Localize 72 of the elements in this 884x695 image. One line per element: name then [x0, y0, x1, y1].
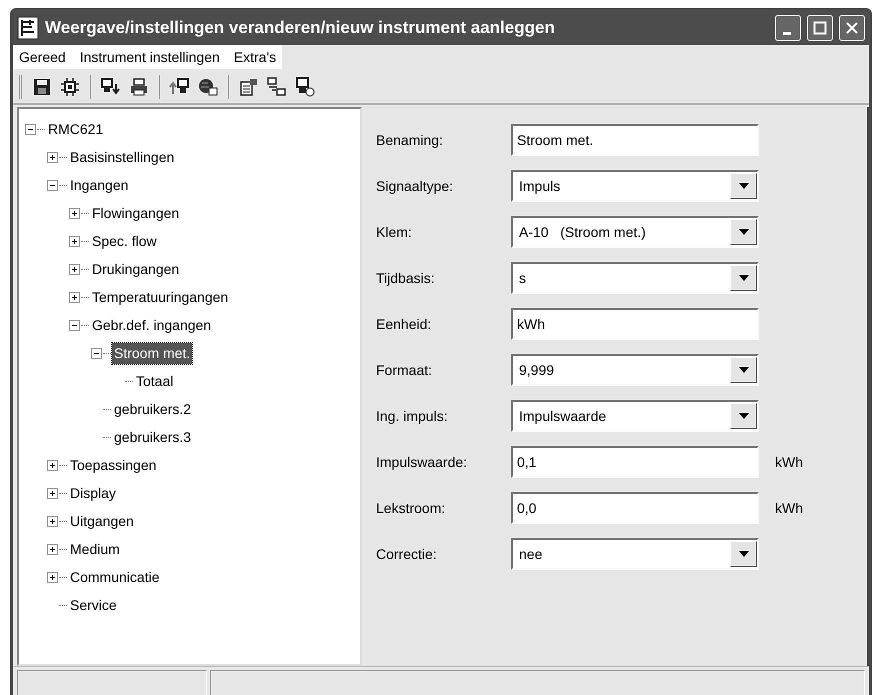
tree-item[interactable]: Drukingangen	[90, 258, 182, 280]
field-label: Benaming:	[376, 130, 444, 150]
dropdown[interactable]: s	[511, 262, 759, 294]
tree-item[interactable]: Display	[68, 482, 118, 504]
save-icon[interactable]	[31, 76, 53, 98]
expand-icon[interactable]	[69, 208, 80, 218]
close-icon	[845, 21, 859, 35]
menu-item[interactable]: Extra's	[234, 46, 276, 68]
dropdown[interactable]: 9,999	[511, 354, 759, 386]
tree-item[interactable]: Totaal	[134, 370, 176, 392]
close-button[interactable]	[839, 15, 865, 41]
minimize-button[interactable]	[775, 15, 801, 41]
field-label: Impulswaarde:	[376, 452, 468, 472]
text-field[interactable]: kWh	[511, 308, 759, 340]
expand-icon[interactable]	[47, 488, 58, 498]
menu-item[interactable]: Instrument instellingen	[80, 46, 220, 68]
dropdown[interactable]: A-10 (Stroom met.)	[511, 216, 759, 248]
tree-item[interactable]: Spec. flow	[90, 230, 159, 252]
field-label: Formaat:	[376, 360, 434, 380]
field-label: Klem:	[376, 222, 413, 242]
window-title: Weergave/instellingen veranderen/nieuw instrument aanleggen	[45, 17, 556, 40]
tree-item[interactable]: Temperatuuringangen	[90, 286, 230, 308]
printer-icon[interactable]	[128, 76, 150, 98]
expand-icon[interactable]	[69, 292, 80, 302]
collapse-icon[interactable]	[69, 320, 80, 330]
globe-icon[interactable]	[197, 76, 219, 98]
dropdown[interactable]: nee	[511, 538, 759, 570]
text-field[interactable]: 0,1	[511, 446, 759, 478]
tree-item[interactable]: Uitgangen	[68, 510, 136, 532]
tree-item[interactable]: gebruikers.2	[112, 398, 194, 420]
tree-item[interactable]: Communicatie	[68, 566, 162, 588]
monitor-clock-icon[interactable]	[294, 76, 316, 98]
collapse-icon[interactable]	[91, 348, 102, 358]
field-label: Tijdbasis:	[376, 268, 436, 288]
dropdown[interactable]: Impuls	[511, 170, 759, 202]
field-label: Correctie:	[376, 544, 438, 564]
expand-icon[interactable]	[47, 544, 58, 554]
tree-item[interactable]: Basisinstellingen	[68, 146, 176, 168]
field-label: Ing. impuls:	[376, 406, 449, 426]
expand-icon[interactable]	[69, 236, 80, 246]
menu-item[interactable]: Gereed	[19, 46, 66, 68]
chip-icon[interactable]	[59, 76, 81, 98]
expand-icon[interactable]	[69, 264, 80, 274]
tree-item[interactable]: gebruikers.3	[112, 426, 194, 448]
computers-icon[interactable]	[266, 76, 288, 98]
document-properties-icon[interactable]	[238, 76, 260, 98]
unit-label: kWh	[775, 452, 803, 472]
expand-icon[interactable]	[47, 572, 58, 582]
app-icon	[17, 16, 39, 40]
tree-item[interactable]: RMC621	[46, 118, 106, 140]
text-field[interactable]: Stroom met.	[511, 124, 759, 156]
maximize-icon	[813, 21, 827, 35]
field-label: Lekstroom:	[376, 498, 446, 518]
text-field[interactable]: 0,0	[511, 492, 759, 524]
tree-item[interactable]: Gebr.def. ingangen	[90, 314, 214, 336]
expand-icon[interactable]	[47, 152, 58, 162]
tree-item[interactable]: Flowingangen	[90, 202, 182, 224]
collapse-icon[interactable]	[47, 180, 58, 190]
tree-item[interactable]: Toepassingen	[68, 454, 158, 476]
tree-item[interactable]: Ingangen	[68, 174, 130, 196]
unit-label: kWh	[775, 498, 803, 518]
expand-icon[interactable]	[47, 516, 58, 526]
expand-icon[interactable]	[47, 460, 58, 470]
field-label: Signaaltype:	[376, 176, 454, 196]
collapse-icon[interactable]	[25, 124, 36, 134]
field-label: Eenheid:	[376, 314, 432, 334]
tree-item[interactable]: Service	[68, 594, 119, 616]
minimize-icon	[782, 32, 790, 34]
tree-item[interactable]: Medium	[68, 538, 122, 560]
tree-item[interactable]: Stroom met.	[112, 342, 192, 364]
maximize-button[interactable]	[807, 15, 833, 41]
dropdown[interactable]: Impulswaarde	[511, 400, 759, 432]
